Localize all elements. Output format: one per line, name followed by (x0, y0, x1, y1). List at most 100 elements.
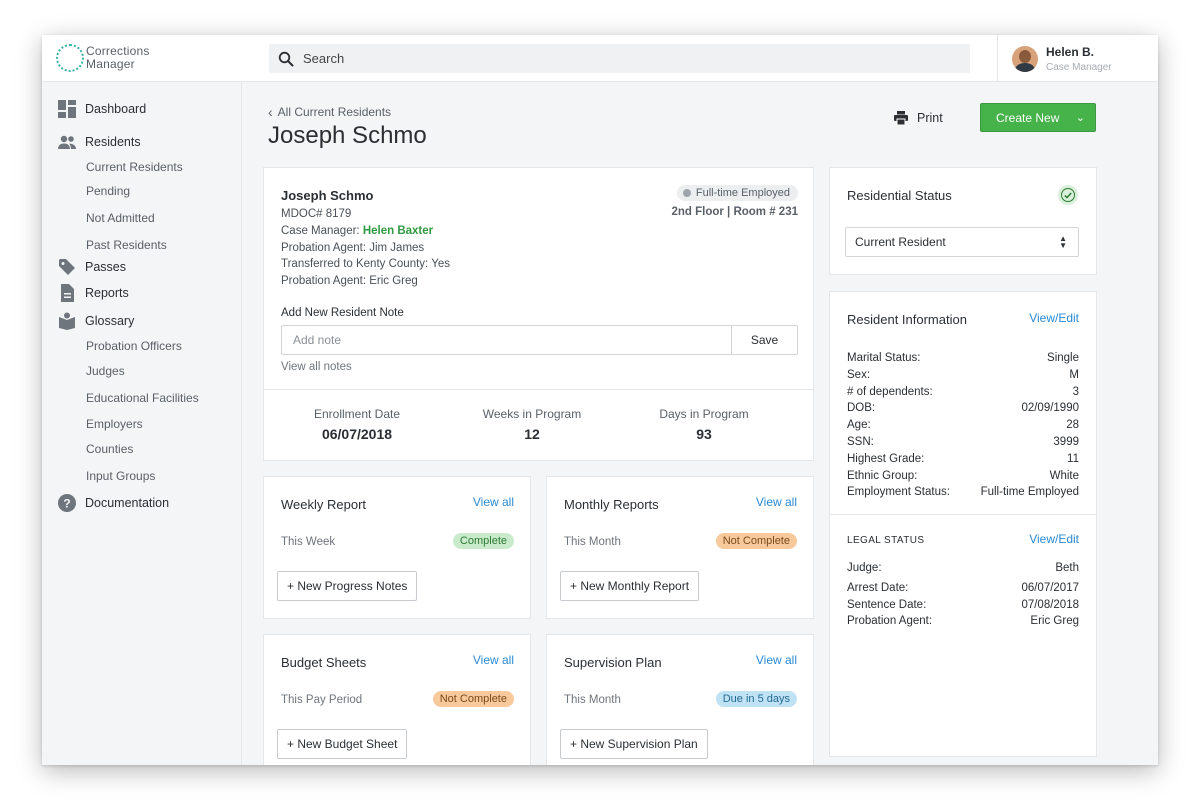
page-title: Joseph Schmo (268, 122, 427, 149)
sidebar-sub-not-admitted[interactable]: Not Admitted (86, 211, 155, 225)
stat-value: 12 (524, 426, 540, 442)
legal-value: Beth (1055, 562, 1079, 574)
print-button[interactable]: Print (894, 111, 943, 125)
monthly-reports-card: Monthly Reports View all This Month Not … (546, 476, 814, 619)
sidebar-item-label: Documentation (85, 496, 170, 510)
legal-row: Probation Agent: Eric Greg (847, 613, 1079, 630)
avatar (1012, 45, 1038, 72)
create-new-button[interactable]: Create New ⌄ (980, 103, 1096, 132)
legal-status-title: LEGAL STATUS (847, 535, 925, 546)
sidebar-sub-educational-facilities[interactable]: Educational Facilities (86, 391, 199, 405)
resident-case-manager: Case Manager: Helen Baxter (281, 223, 450, 240)
stat-label: Enrollment Date (313, 407, 401, 421)
case-manager-link[interactable]: Helen Baxter (363, 225, 433, 237)
info-row: Employment Status: Full-time Employed (847, 484, 1079, 501)
view-all-link[interactable]: View all (756, 653, 797, 667)
document-icon (61, 284, 74, 302)
help-icon: ? (58, 494, 76, 512)
budget-sheets-card: Budget Sheets View all This Pay Period N… (263, 634, 531, 765)
card-title: Weekly Report (281, 497, 367, 512)
sidebar-sub-judges[interactable]: Judges (86, 364, 125, 378)
sidebar-sub-pending[interactable]: Pending (86, 184, 130, 198)
check-circle-icon (1058, 185, 1078, 205)
card-title: Resident Information (847, 312, 967, 327)
card-title: Supervision Plan (564, 655, 662, 670)
sidebar-item-dashboard[interactable]: Dashboard (58, 100, 146, 118)
new-progress-notes-button[interactable]: + New Progress Notes (277, 571, 418, 601)
resident-transferred: Transferred to Kenty County: Yes (281, 258, 450, 271)
app-logo[interactable]: Corrections Manager (56, 44, 150, 72)
view-all-link[interactable]: View all (473, 495, 514, 509)
resident-probation-agent-2: Probation Agent: Eric Greg (281, 275, 418, 288)
status-badge: Not Complete (715, 533, 797, 549)
info-key: Ethnic Group: (847, 469, 918, 482)
info-row: Marital Status: Single (847, 350, 1079, 367)
user-menu[interactable]: Helen B. Case Manager (997, 35, 1158, 82)
residential-status-select[interactable]: Current Resident ▲ ▼ (845, 227, 1079, 257)
logo-line-2: Manager (86, 57, 135, 71)
info-key: Highest Grade: (847, 452, 925, 465)
legal-row: Sentence Date: 07/08/2018 (847, 597, 1079, 614)
sidebar-item-residents[interactable]: Residents (58, 133, 141, 151)
resident-information-card: Resident Information View/Edit Marital S… (829, 291, 1097, 757)
info-row: Ethnic Group: White (847, 468, 1079, 485)
report-period: This Week (281, 536, 336, 548)
book-icon (59, 312, 75, 330)
print-label: Print (917, 111, 943, 125)
view-all-link[interactable]: View all (473, 653, 514, 667)
new-monthly-report-button[interactable]: + New Monthly Report (560, 571, 700, 601)
app-window: Corrections Manager Helen B. Case Manage… (42, 35, 1158, 765)
info-row: Highest Grade: 11 (847, 451, 1079, 468)
employment-badge-label: Full-time Employed (695, 187, 790, 199)
info-value: Full-time Employed (980, 486, 1079, 499)
status-dot-icon (682, 189, 691, 197)
sidebar-item-glossary[interactable]: Glossary (58, 312, 134, 330)
save-note-button[interactable]: Save (731, 325, 798, 355)
breadcrumb-back-link[interactable]: ‹ All Current Residents (268, 104, 391, 120)
sidebar-item-label: Residents (85, 135, 141, 149)
divider (830, 514, 1096, 515)
legal-value: 06/07/2017 (1021, 581, 1079, 594)
new-supervision-plan-button[interactable]: + New Supervision Plan (560, 729, 708, 759)
legal-row: Judge: Beth (847, 560, 1079, 577)
user-name: Helen B. (1046, 44, 1095, 59)
info-key: Employment Status: (847, 486, 950, 499)
view-edit-link[interactable]: View/Edit (1029, 311, 1079, 325)
info-row: Sex: M (847, 367, 1079, 384)
sidebar-sub-current-residents[interactable]: Current Residents (86, 160, 183, 174)
search-bar[interactable] (269, 44, 970, 73)
legal-row: Arrest Date: 06/07/2017 (847, 580, 1079, 597)
info-value: 28 (1066, 419, 1079, 432)
view-all-notes-link[interactable]: View all notes (281, 361, 352, 373)
residential-status-card: Residential Status Current Resident ▲ ▼ (829, 167, 1097, 275)
sidebar-item-reports[interactable]: Reports (58, 284, 129, 302)
stat-value: 93 (696, 426, 712, 442)
view-all-link[interactable]: View all (756, 495, 797, 509)
note-input[interactable] (281, 325, 731, 355)
info-row: DOB: 02/09/1990 (847, 400, 1079, 417)
dashboard-icon (58, 100, 76, 118)
sidebar: Dashboard Residents Current Residents Pe… (42, 82, 242, 765)
new-budget-sheet-button[interactable]: + New Budget Sheet (277, 729, 408, 759)
note-label: Add New Resident Note (281, 307, 404, 319)
select-value: Current Resident (855, 235, 946, 249)
resident-probation-agent: Probation Agent: Jim James (281, 241, 425, 254)
resident-details: MDOC# 8179 Case Manager: Helen Baxter Pr… (281, 206, 450, 290)
sidebar-item-documentation[interactable]: ? Documentation (58, 494, 169, 512)
stat-label: Days in Program (659, 407, 749, 421)
sidebar-item-passes[interactable]: Passes (58, 258, 126, 276)
info-key: # of dependents: (847, 385, 933, 398)
sidebar-sub-employers[interactable]: Employers (86, 417, 143, 431)
stat-enrollment-date: Enrollment Date 06/07/2018 (282, 407, 432, 442)
legal-view-edit-link[interactable]: View/Edit (1029, 532, 1079, 546)
sidebar-sub-counties[interactable]: Counties (86, 442, 133, 456)
search-input[interactable] (303, 51, 903, 66)
sidebar-sub-probation-officers[interactable]: Probation Officers (86, 339, 182, 353)
info-value: M (1069, 368, 1079, 381)
card-title: Residential Status (847, 188, 952, 203)
search-icon (278, 51, 294, 66)
sidebar-sub-past-residents[interactable]: Past Residents (86, 238, 167, 252)
sidebar-sub-input-groups[interactable]: Input Groups (86, 469, 155, 483)
info-key: Sex: (847, 368, 871, 381)
legal-key: Arrest Date: (847, 581, 909, 594)
